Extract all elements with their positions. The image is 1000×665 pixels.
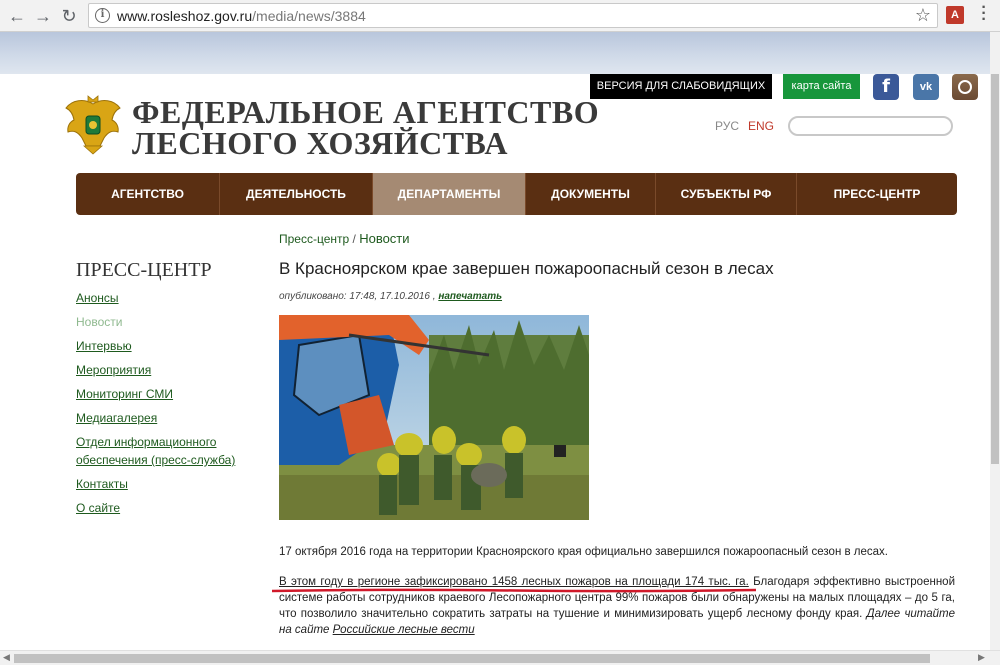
bookmark-star-icon[interactable]: ☆ bbox=[915, 5, 931, 26]
horizontal-scrollbar[interactable]: ◀ ▶ bbox=[0, 650, 1000, 665]
sitemap-button[interactable]: карта сайта bbox=[783, 74, 860, 99]
print-link[interactable]: напечатать bbox=[438, 291, 502, 302]
sidebar-item-about[interactable]: О сайте bbox=[76, 499, 266, 517]
article-photo bbox=[279, 315, 589, 520]
published-date: опубликовано: 17:48, 17.10.2016 , bbox=[279, 291, 439, 302]
info-icon[interactable]: i bbox=[95, 8, 110, 23]
sidebar-item-press-service[interactable]: Отдел информационного обеспечения (пресс… bbox=[76, 433, 266, 469]
reload-icon[interactable]: ↻ bbox=[58, 5, 80, 27]
article-paragraph-1: 17 октября 2016 года на территории Красн… bbox=[279, 546, 888, 558]
nav-item-press-center[interactable]: ПРЕСС-ЦЕНТР bbox=[797, 173, 957, 215]
breadcrumb-separator: / bbox=[349, 232, 360, 246]
vertical-scrollbar[interactable] bbox=[990, 32, 1000, 650]
sidebar-title: ПРЕСС-ЦЕНТР bbox=[76, 259, 212, 281]
sidebar-item-announcements[interactable]: Анонсы bbox=[76, 289, 266, 307]
sidebar-item-events[interactable]: Мероприятия bbox=[76, 361, 266, 379]
vertical-scrollbar-thumb[interactable] bbox=[991, 74, 999, 464]
blind-version-button[interactable]: ВЕРСИЯ ДЛЯ СЛАБОВИДЯЩИХ bbox=[590, 74, 772, 99]
breadcrumb: Пресс-центр / Новости bbox=[279, 231, 410, 246]
vk-icon[interactable]: vk bbox=[913, 74, 939, 100]
scroll-left-arrow-icon[interactable]: ◀ bbox=[3, 652, 10, 663]
url-path: /media/news/3884 bbox=[252, 8, 366, 24]
nav-item-activity[interactable]: ДЕЯТЕЛЬНОСТЬ bbox=[220, 173, 373, 215]
nav-item-regions[interactable]: СУБЪЕКТЫ РФ bbox=[656, 173, 797, 215]
facebook-icon[interactable]: f bbox=[873, 74, 899, 100]
sidebar-item-interviews[interactable]: Интервью bbox=[76, 337, 266, 355]
breadcrumb-news[interactable]: Новости bbox=[359, 231, 409, 246]
arrow-right-icon[interactable]: → bbox=[32, 5, 54, 27]
url-text[interactable]: www.rosleshoz.gov.ru/media/news/3884 bbox=[117, 8, 366, 24]
article-title: В Красноярском крае завершен пожароопасн… bbox=[279, 259, 774, 278]
article-meta: опубликовано: 17:48, 17.10.2016 , напеча… bbox=[279, 291, 502, 302]
lang-ru-link[interactable]: РУС bbox=[715, 119, 739, 133]
pdf-extension-icon[interactable]: A bbox=[946, 6, 964, 24]
horizontal-scrollbar-thumb[interactable] bbox=[14, 654, 930, 663]
nav-item-departments[interactable]: ДЕПАРТАМЕНТЫ bbox=[373, 173, 526, 215]
agency-title-line2: ЛЕСНОГО ХОЗЯЙСТВА bbox=[132, 125, 508, 161]
browser-toolbar: ← → ↻ i www.rosleshoz.gov.ru/media/news/… bbox=[0, 0, 1000, 32]
search-input[interactable] bbox=[788, 116, 953, 136]
sidebar-item-contacts[interactable]: Контакты bbox=[76, 475, 266, 493]
sidebar-item-media-monitoring[interactable]: Мониторинг СМИ bbox=[76, 385, 266, 403]
lang-en-link[interactable]: ENG bbox=[748, 119, 774, 133]
browser-menu-icon[interactable]: · · · bbox=[978, 0, 990, 28]
sidebar-menu: Анонсы Новости Интервью Мероприятия Мони… bbox=[76, 289, 266, 523]
instagram-lens bbox=[958, 80, 972, 94]
url-domain: www.rosleshoz.gov.ru bbox=[117, 8, 253, 24]
sidebar-item-media-gallery[interactable]: Медиагалерея bbox=[76, 409, 266, 427]
breadcrumb-press-center[interactable]: Пресс-центр bbox=[279, 232, 349, 246]
nav-item-agency[interactable]: АГЕНТСТВО bbox=[76, 173, 220, 215]
red-annotation-underline bbox=[272, 588, 756, 593]
nav-item-documents[interactable]: ДОКУМЕНТЫ bbox=[526, 173, 656, 215]
scroll-right-arrow-icon[interactable]: ▶ bbox=[978, 652, 985, 663]
article-paragraph-2: В этом году в регионе зафиксировано 1458… bbox=[279, 574, 955, 638]
instagram-icon[interactable] bbox=[952, 74, 978, 100]
main-nav: АГЕНТСТВО ДЕЯТЕЛЬНОСТЬ ДЕПАРТАМЕНТЫ ДОКУ… bbox=[76, 173, 957, 215]
address-bar[interactable]: i www.rosleshoz.gov.ru/media/news/3884 ☆ bbox=[88, 3, 938, 28]
arrow-left-icon[interactable]: ← bbox=[6, 5, 28, 27]
source-link[interactable]: Российские лесные вести bbox=[333, 624, 475, 636]
agency-title[interactable]: ФЕДЕРАЛЬНОЕ АГЕНТСТВО ЛЕСНОГО ХОЗЯЙСТВА bbox=[132, 94, 600, 161]
coat-of-arms-icon[interactable] bbox=[62, 94, 124, 156]
header-banner bbox=[0, 32, 990, 74]
highlighted-fact: В этом году в регионе зафиксировано 1458… bbox=[279, 576, 749, 588]
sidebar-item-news[interactable]: Новости bbox=[76, 313, 266, 331]
agency-title-line1: ФЕДЕРАЛЬНОЕ АГЕНТСТВО bbox=[132, 94, 600, 130]
